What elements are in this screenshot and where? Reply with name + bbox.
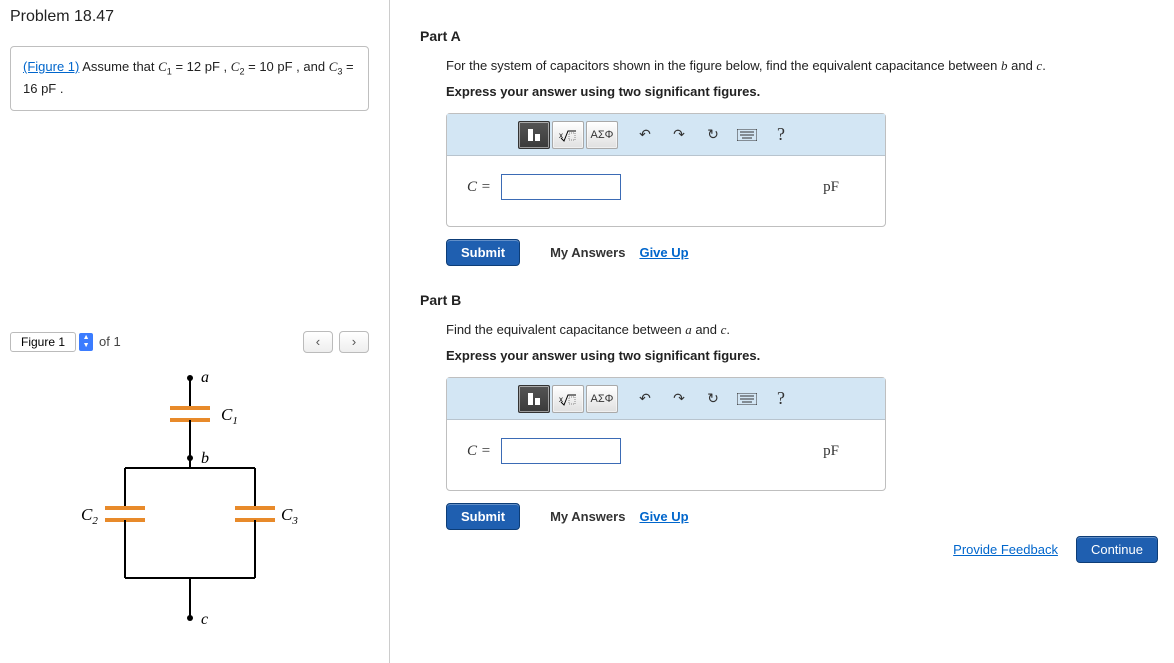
template-icon[interactable]	[518, 121, 550, 149]
radical-icon[interactable]: x	[552, 121, 584, 149]
part-a-giveup[interactable]: Give Up	[639, 245, 688, 260]
continue-button[interactable]: Continue	[1076, 536, 1158, 563]
part-b-my-answers[interactable]: My Answers	[550, 509, 625, 524]
figure-tabs: Figure 1 ▲ ▼ of 1 ‹ ›	[10, 331, 369, 353]
part-b-toolbar: x ΑΣΦ ↶ ↷ ↻ ?	[447, 378, 885, 420]
part-a-instructions: For the system of capacitors shown in th…	[446, 58, 1164, 74]
part-b-equation-row: C = pF	[447, 420, 885, 482]
node-c-label: c	[201, 611, 208, 628]
part-a-answer-box: x ΑΣΦ ↶ ↷ ↻ ? C = pF	[446, 113, 886, 227]
reset-icon[interactable]: ↻	[702, 125, 724, 145]
reset-icon[interactable]: ↻	[702, 389, 724, 409]
footer-row: Provide Feedback Continue	[953, 536, 1158, 563]
figure-next-button[interactable]: ›	[339, 331, 369, 353]
part-a-toolbar: x ΑΣΦ ↶ ↷ ↻ ?	[447, 114, 885, 156]
part-b-giveup[interactable]: Give Up	[639, 509, 688, 524]
figure-link[interactable]: (Figure 1)	[23, 59, 79, 74]
part-a-heading: Part A	[420, 28, 1164, 44]
part-b-instructions: Find the equivalent capacitance between …	[446, 322, 1164, 338]
problem-title: Problem 18.47	[10, 8, 379, 26]
left-panel: Problem 18.47 (Figure 1) Assume that C1 …	[0, 0, 390, 663]
help-icon[interactable]: ?	[770, 389, 792, 409]
problem-statement: (Figure 1) Assume that C1 = 12 pF , C2 =…	[10, 46, 369, 111]
svg-text:C2: C2	[81, 505, 98, 527]
part-a-equation-row: C = pF	[447, 156, 885, 218]
part-b-input[interactable]	[501, 438, 621, 464]
redo-icon[interactable]: ↷	[668, 125, 690, 145]
part-a-submit-button[interactable]: Submit	[446, 239, 520, 266]
figure-diagram: a b c C1 C2 C3	[10, 363, 369, 653]
part-a-unit: pF	[823, 179, 839, 196]
svg-text:C1: C1	[221, 405, 238, 427]
part-a-actions: Submit My Answers Give Up	[446, 239, 1164, 266]
keyboard-icon[interactable]	[736, 389, 758, 409]
undo-icon[interactable]: ↶	[634, 125, 656, 145]
redo-icon[interactable]: ↷	[668, 389, 690, 409]
part-a-input[interactable]	[501, 174, 621, 200]
part-b-heading: Part B	[420, 292, 1164, 308]
radical-icon[interactable]: x	[552, 385, 584, 413]
part-a-my-answers[interactable]: My Answers	[550, 245, 625, 260]
spinner-up-icon: ▲	[80, 334, 92, 342]
figure-of-text: of 1	[99, 334, 121, 349]
figure-panel: Figure 1 ▲ ▼ of 1 ‹ ›	[10, 331, 369, 653]
feedback-link[interactable]: Provide Feedback	[953, 542, 1058, 557]
svg-text:C3: C3	[281, 505, 298, 527]
node-b-label: b	[201, 450, 209, 467]
part-a-sub: Express your answer using two significan…	[446, 84, 1164, 99]
part-b-unit: pF	[823, 443, 839, 460]
part-b-submit-button[interactable]: Submit	[446, 503, 520, 530]
part-b-eq-label: C =	[467, 443, 491, 460]
template-icon[interactable]	[518, 385, 550, 413]
help-icon[interactable]: ?	[770, 125, 792, 145]
spinner-down-icon: ▼	[80, 342, 92, 350]
part-b-actions: Submit My Answers Give Up	[446, 503, 1164, 530]
node-a-label: a	[201, 369, 209, 386]
keyboard-icon[interactable]	[736, 125, 758, 145]
part-b-sub: Express your answer using two significan…	[446, 348, 1164, 363]
undo-icon[interactable]: ↶	[634, 389, 656, 409]
right-panel: Part A For the system of capacitors show…	[390, 0, 1174, 663]
figure-prev-button[interactable]: ‹	[303, 331, 333, 353]
part-b-answer-box: x ΑΣΦ ↶ ↷ ↻ ? C = pF	[446, 377, 886, 491]
greek-button[interactable]: ΑΣΦ	[586, 385, 618, 413]
figure-spinner[interactable]: ▲ ▼	[79, 333, 93, 351]
figure-tab-button[interactable]: Figure 1	[10, 332, 76, 352]
part-a-eq-label: C =	[467, 179, 491, 196]
greek-button[interactable]: ΑΣΦ	[586, 121, 618, 149]
